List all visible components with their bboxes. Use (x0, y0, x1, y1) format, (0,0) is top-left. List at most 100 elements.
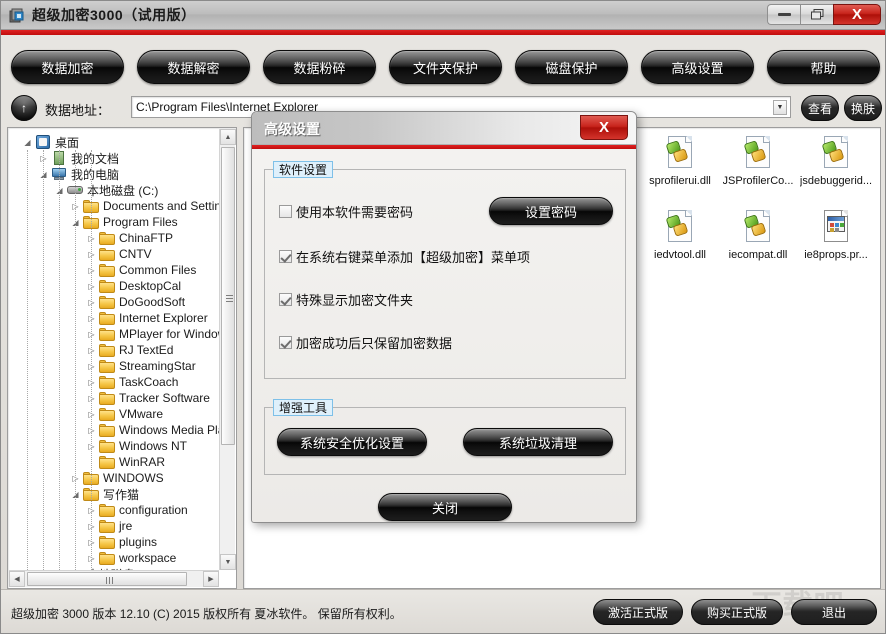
application-window: 超级加密3000（试用版） X 数据加密 数据解密 数据粉碎 文件夹保护 磁盘保… (0, 0, 886, 634)
tree-item[interactable]: ▷ workspace (86, 550, 176, 566)
properties-file-icon (820, 210, 852, 246)
tree-item[interactable]: ▷ ChinaFTP (86, 230, 173, 246)
tree-item-label: RJ TextEd (119, 343, 174, 357)
checkbox-label-keep-encrypted-only: 加密成功后只保留加密数据 (296, 336, 453, 351)
tree-item-label: 我的文档 (71, 151, 120, 166)
tree-guide-line (43, 150, 44, 571)
tree-item-label: Documents and Settings (103, 199, 220, 213)
tree-hscroll-thumb[interactable] (27, 572, 187, 586)
tree-item[interactable]: ▷ jre (86, 518, 132, 534)
folder-icon (99, 263, 115, 277)
tree-item[interactable]: ▷ RJ TextEd (86, 342, 173, 358)
file-name-label: jsdebuggerid... (799, 175, 873, 187)
checkbox-row-context-menu[interactable]: 在系统右键菜单添加【超级加密】菜单项 (279, 247, 530, 266)
software-settings-group: 软件设置 使用本软件需要密码 设置密码 在系统右键菜单添加【超级加密】菜单项 特… (264, 161, 626, 379)
tree-item[interactable]: ▷ plugins (86, 534, 157, 550)
dll-file-icon (664, 210, 696, 246)
tree-item[interactable]: ▷ DoGoodSoft (86, 294, 185, 310)
toolbar-button-folder-protect[interactable]: 文件夹保护 (389, 50, 502, 84)
file-item[interactable]: ie8props.pr... (790, 210, 880, 284)
up-arrow-icon[interactable]: ↑ (11, 95, 37, 121)
scroll-up-icon[interactable]: ▲ (220, 129, 236, 145)
system-junk-cleanup-button[interactable]: 系统垃圾清理 (463, 428, 613, 456)
tree-expander-expanded-icon[interactable]: ◢ (22, 137, 33, 148)
tree-item[interactable]: ▷ StreamingStar (86, 358, 195, 374)
desktop-icon (35, 135, 51, 149)
tree-item[interactable]: ▷ WINDOWS (70, 470, 163, 486)
tree-item[interactable]: ▷ TaskCoach (86, 374, 178, 390)
dialog-close-action-button[interactable]: 关闭 (378, 493, 512, 521)
folder-icon (99, 439, 115, 453)
tree-vertical-scrollbar[interactable]: ▲ ▼ (219, 129, 236, 570)
file-name-label: sprofilerui.dll (649, 175, 711, 187)
tree-item[interactable]: ▷ Tracker Software (86, 390, 210, 406)
file-name-label: ie8props.pr... (804, 249, 868, 261)
tree-item[interactable]: ◢ 写作猫 (70, 486, 139, 502)
tree-item[interactable]: ▷ Windows NT (86, 438, 187, 454)
folder-icon (99, 551, 115, 565)
toolbar-button-encrypt-data[interactable]: 数据加密 (11, 50, 124, 84)
tree-item-label: Program Files (103, 215, 178, 229)
checkbox-require-password[interactable] (279, 205, 292, 218)
file-item[interactable]: jsdebuggerid... (790, 136, 880, 210)
maximize-icon (810, 9, 823, 20)
tree-scroll-thumb[interactable] (221, 147, 235, 445)
folder-tree[interactable]: ◢ 桌面 ▷ 我的文档 ◢ 我的电脑 ◢ 本地磁盘 (C:) ▷ Documents and Se… (8, 128, 220, 571)
folder-icon (99, 375, 115, 389)
tree-item[interactable]: ▷ Internet Explorer (86, 310, 207, 326)
tree-item[interactable]: ◢ Program Files (70, 214, 178, 230)
tree-item[interactable]: ▷ MPlayer for Window (86, 326, 220, 342)
checkbox-row-require-password[interactable]: 使用本软件需要密码 (279, 202, 413, 221)
tree-item[interactable]: ▷ DesktopCal (86, 278, 181, 294)
tree-item[interactable]: ·WinRAR (86, 454, 165, 470)
tree-item-label: 写作猫 (103, 487, 140, 502)
tree-item[interactable]: ▷Documents and Settings (70, 198, 220, 214)
tree-item[interactable]: ◢ 我的电脑 (38, 166, 119, 182)
toolbar-button-help[interactable]: 帮助 (767, 50, 880, 84)
window-controls: X (767, 4, 881, 25)
advanced-settings-dialog: 高级设置 X 软件设置 使用本软件需要密码 设置密码 在系统右键菜单添加【超级加… (251, 111, 637, 523)
checkbox-context-menu[interactable] (279, 250, 292, 263)
tree-item[interactable]: ▷ CNTV (86, 246, 151, 262)
purchase-button[interactable]: 购买正式版 (691, 599, 783, 625)
checkbox-keep-encrypted-only[interactable] (279, 336, 292, 349)
tree-horizontal-scrollbar[interactable]: ◀ ▶ (9, 570, 219, 587)
skin-button[interactable]: 换肤 (844, 95, 882, 121)
checkbox-row-keep-encrypted-only[interactable]: 加密成功后只保留加密数据 (279, 333, 452, 352)
close-button[interactable]: X (833, 4, 881, 25)
scroll-right-icon[interactable]: ▶ (203, 571, 219, 587)
tree-item[interactable]: ▷ VMware (86, 406, 163, 422)
tree-item[interactable]: ▷ Windows Media Pla (86, 422, 220, 438)
dialog-close-button[interactable]: X (580, 115, 628, 140)
folder-icon (99, 311, 115, 325)
tree-guide-line (75, 150, 76, 571)
toolbar-button-shred-data[interactable]: 数据粉碎 (263, 50, 376, 84)
checkbox-row-special-display[interactable]: 特殊显示加密文件夹 (279, 290, 413, 309)
checkbox-special-display[interactable] (279, 293, 292, 306)
system-security-optimize-button[interactable]: 系统安全优化设置 (277, 428, 427, 456)
chevron-down-icon[interactable]: ▼ (773, 100, 787, 115)
tree-item[interactable]: ▷ Common Files (86, 262, 196, 278)
tree-item[interactable]: ◢ 桌面 (22, 134, 79, 150)
minimize-button[interactable] (767, 4, 800, 25)
address-label: 数据地址： (45, 103, 111, 118)
exit-button[interactable]: 退出 (791, 599, 877, 625)
file-name-label: JSProfilerCo... (722, 175, 794, 187)
scroll-down-icon[interactable]: ▼ (220, 554, 236, 570)
view-button[interactable]: 查看 (801, 95, 839, 121)
scroll-left-icon[interactable]: ◀ (9, 571, 25, 587)
activate-button[interactable]: 激活正式版 (593, 599, 683, 625)
toolbar-button-decrypt-data[interactable]: 数据解密 (137, 50, 250, 84)
tree-item-label: TaskCoach (119, 375, 179, 389)
tree-item[interactable]: ◢ 本地磁盘 (C:) (54, 182, 158, 198)
toolbar-button-disk-protect[interactable]: 磁盘保护 (515, 50, 628, 84)
set-password-button[interactable]: 设置密码 (489, 197, 613, 225)
toolbar-button-advanced-settings[interactable]: 高级设置 (641, 50, 754, 84)
app-icon (9, 7, 26, 24)
tree-item[interactable]: ▷ 我的文档 (38, 150, 119, 166)
title-bar: 超级加密3000（试用版） X (1, 1, 885, 30)
folder-icon (99, 279, 115, 293)
maximize-button[interactable] (800, 4, 833, 25)
tree-item[interactable]: ▷ configuration (86, 502, 187, 518)
folder-icon (99, 535, 115, 549)
